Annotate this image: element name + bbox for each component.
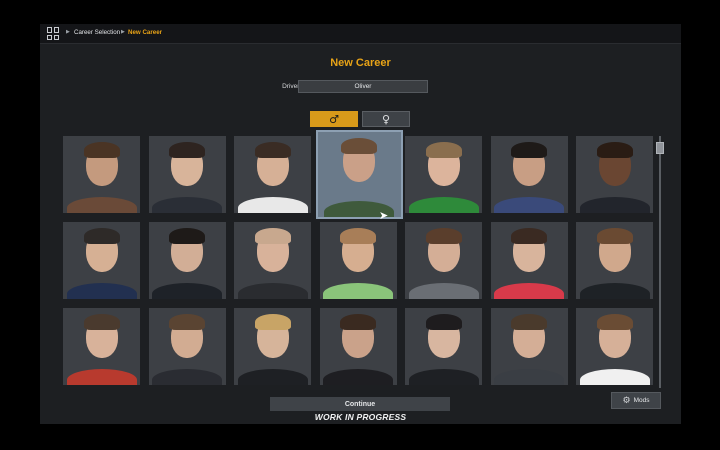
breadcrumb-career-selection[interactable]: Career Selection xyxy=(74,29,120,36)
portrait-hair xyxy=(169,228,205,244)
portrait-hair xyxy=(596,228,633,244)
grid-cell xyxy=(47,27,52,33)
portrait-tile[interactable] xyxy=(405,222,482,299)
portrait-tile[interactable] xyxy=(148,308,226,385)
portrait-tile[interactable] xyxy=(234,136,311,213)
portrait-hair xyxy=(596,142,633,158)
portrait-tile[interactable] xyxy=(490,308,568,385)
portrait-tile[interactable] xyxy=(234,222,311,299)
portrait-shirt xyxy=(579,283,650,299)
portrait-shirt xyxy=(408,197,479,213)
portrait-tile[interactable] xyxy=(490,136,568,213)
portrait-tile[interactable] xyxy=(148,136,226,213)
portrait-hair xyxy=(425,314,462,330)
portrait-tile[interactable] xyxy=(63,222,140,299)
grid-cell xyxy=(54,27,59,33)
portrait-hair xyxy=(511,314,547,330)
portrait-tile[interactable] xyxy=(319,222,397,299)
page-title: New Career xyxy=(330,57,391,69)
portrait-shirt xyxy=(579,369,650,385)
scrollbar-thumb[interactable] xyxy=(656,142,664,154)
work-in-progress-banner: WORK IN PROGRESS xyxy=(314,412,407,422)
portrait-hair xyxy=(83,228,120,244)
portrait-shirt xyxy=(494,283,564,299)
portrait-hair xyxy=(254,228,291,244)
top-bar: ▶ Career Selection ▶ New Career xyxy=(40,24,681,44)
portrait-tile[interactable] xyxy=(319,308,397,385)
grid-cell xyxy=(54,34,59,40)
portrait-tile[interactable] xyxy=(490,222,568,299)
portrait-tile[interactable] xyxy=(148,222,226,299)
mods-label: Mods xyxy=(633,397,650,404)
mods-icon: ⚙ xyxy=(622,395,631,406)
male-icon: ♂ xyxy=(329,112,339,126)
portrait-hair xyxy=(340,314,376,330)
portrait-hair xyxy=(596,314,633,330)
portrait-tile[interactable] xyxy=(576,222,653,299)
portrait-shirt xyxy=(66,369,137,385)
portrait-shirt xyxy=(579,197,650,213)
portrait-hair xyxy=(169,314,205,330)
portrait-shirt xyxy=(237,369,308,385)
portrait-hair xyxy=(83,142,120,158)
portrait-shirt xyxy=(237,283,308,299)
breadcrumb-arrow-icon: ▶ xyxy=(66,29,70,35)
breadcrumb-new-career: New Career xyxy=(128,29,163,36)
portrait-tile[interactable] xyxy=(405,308,482,385)
portrait-shirt xyxy=(494,369,564,385)
breadcrumb-arrow-icon: ▶ xyxy=(121,29,125,35)
portrait-shirt xyxy=(66,197,137,213)
portrait-shirt xyxy=(237,197,308,213)
portrait-shirt xyxy=(152,369,222,385)
portrait-tile[interactable] xyxy=(234,308,311,385)
portrait-tile[interactable] xyxy=(63,136,140,213)
portrait-hair xyxy=(511,228,547,244)
portrait-hair xyxy=(341,138,377,154)
grid-cell xyxy=(47,34,52,40)
portrait-tile[interactable] xyxy=(576,136,653,213)
male-button[interactable]: ♂ xyxy=(310,111,358,127)
continue-button[interactable]: Continue xyxy=(270,397,450,411)
scrollbar-track[interactable] xyxy=(659,136,661,388)
female-icon: ♀ xyxy=(381,112,391,126)
mouse-cursor-icon: ➤ xyxy=(379,209,389,222)
portrait-tile[interactable] xyxy=(317,132,401,217)
portrait-shirt xyxy=(408,369,479,385)
portrait-hair xyxy=(169,142,205,158)
portrait-shirt xyxy=(152,197,222,213)
portrait-tile[interactable] xyxy=(405,136,482,213)
mods-button[interactable]: ⚙ Mods xyxy=(611,392,661,409)
portrait-shirt xyxy=(494,197,564,213)
career-window: ▶ Career Selection ▶ New Career New Care… xyxy=(40,24,681,424)
portrait-hair xyxy=(254,314,291,330)
portrait-hair xyxy=(425,142,462,158)
driver-name-input[interactable] xyxy=(298,80,428,93)
portrait-shirt xyxy=(323,369,393,385)
portrait-hair xyxy=(83,314,120,330)
portrait-hair xyxy=(511,142,547,158)
grid-icon[interactable] xyxy=(47,27,60,40)
portrait-shirt xyxy=(152,283,222,299)
portrait-tile[interactable] xyxy=(576,308,653,385)
portrait-shirt xyxy=(323,283,393,299)
portrait-shirt xyxy=(66,283,137,299)
portrait-shirt xyxy=(408,283,479,299)
female-button[interactable]: ♀ xyxy=(362,111,410,127)
portrait-hair xyxy=(425,228,462,244)
portrait-hair xyxy=(254,142,291,158)
portrait-hair xyxy=(340,228,376,244)
portrait-tile[interactable] xyxy=(63,308,140,385)
